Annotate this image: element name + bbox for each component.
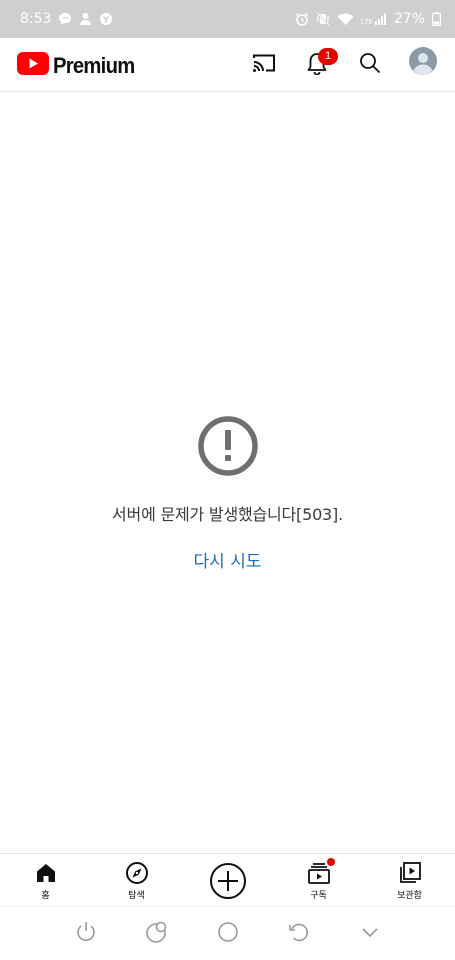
youtube-play-logo-icon xyxy=(17,52,49,79)
compass-icon xyxy=(125,861,149,885)
app-notification-icon xyxy=(99,12,113,26)
home-system-button[interactable] xyxy=(215,921,241,947)
home-icon xyxy=(34,861,58,885)
system-navigation-bar xyxy=(0,906,455,960)
subscriptions-new-dot xyxy=(326,858,335,866)
error-exclamation-icon xyxy=(197,415,259,477)
status-time: 8:53 xyxy=(20,11,52,27)
home-circle-icon xyxy=(216,920,240,948)
nav-item-subscriptions[interactable]: 구독 xyxy=(273,854,364,906)
vibrate-off-icon xyxy=(316,12,330,26)
alarm-icon xyxy=(295,12,309,26)
assistant-icon xyxy=(145,920,169,948)
subscriptions-icon xyxy=(307,858,335,885)
youtube-premium-logo[interactable]: Premium xyxy=(17,52,142,79)
nav-label-subscriptions: 구독 xyxy=(310,891,327,901)
status-bar: 8:53 LTE 27% xyxy=(0,0,455,38)
cast-icon xyxy=(252,53,276,77)
battery-icon xyxy=(432,12,441,26)
account-avatar-icon xyxy=(409,47,437,79)
status-right: LTE 27% xyxy=(295,11,441,27)
bottom-navigation: 홈 탐색 구독 보관함 xyxy=(0,853,455,906)
notifications-button[interactable]: 1 xyxy=(302,48,338,80)
hide-nav-button[interactable] xyxy=(357,921,383,947)
nav-label-explore: 탐색 xyxy=(128,891,145,901)
chat-bubble-icon xyxy=(58,12,72,26)
rotate-icon xyxy=(287,920,311,948)
power-button[interactable] xyxy=(73,921,99,947)
library-icon xyxy=(398,861,422,885)
cast-button[interactable] xyxy=(249,50,279,80)
nav-label-library: 보관함 xyxy=(397,891,422,901)
svg-text:LTE: LTE xyxy=(361,19,374,26)
logo-text: Premium xyxy=(53,52,135,78)
search-button[interactable] xyxy=(355,50,385,80)
create-plus-icon xyxy=(209,862,247,900)
wifi-icon xyxy=(337,13,354,26)
nav-item-create[interactable] xyxy=(182,854,273,906)
nav-item-library[interactable]: 보관함 xyxy=(364,854,455,906)
account-avatar-button[interactable] xyxy=(409,47,437,79)
power-icon xyxy=(74,920,98,948)
battery-percent: 27% xyxy=(393,11,425,27)
status-left: 8:53 xyxy=(20,11,113,27)
screen: 8:53 LTE 27% Premium 1 서버에 문제가 발생했습니다[50… xyxy=(0,0,455,960)
chevron-down-icon xyxy=(359,921,381,947)
person-notification-icon xyxy=(79,12,92,26)
nav-item-home[interactable]: 홈 xyxy=(0,854,91,906)
assistant-button[interactable] xyxy=(144,921,170,947)
error-message: 서버에 문제가 발생했습니다[503]. xyxy=(112,505,343,524)
app-bar: Premium 1 xyxy=(0,38,455,92)
error-state: 서버에 문제가 발생했습니다[503]. 다시 시도 xyxy=(0,415,455,572)
retry-button[interactable]: 다시 시도 xyxy=(194,547,262,572)
lte-signal-icon: LTE xyxy=(361,13,387,26)
nav-label-home: 홈 xyxy=(41,891,50,901)
nav-item-explore[interactable]: 탐색 xyxy=(91,854,182,906)
rotate-button[interactable] xyxy=(286,921,312,947)
notification-count-badge: 1 xyxy=(318,48,338,65)
search-icon xyxy=(359,52,381,78)
